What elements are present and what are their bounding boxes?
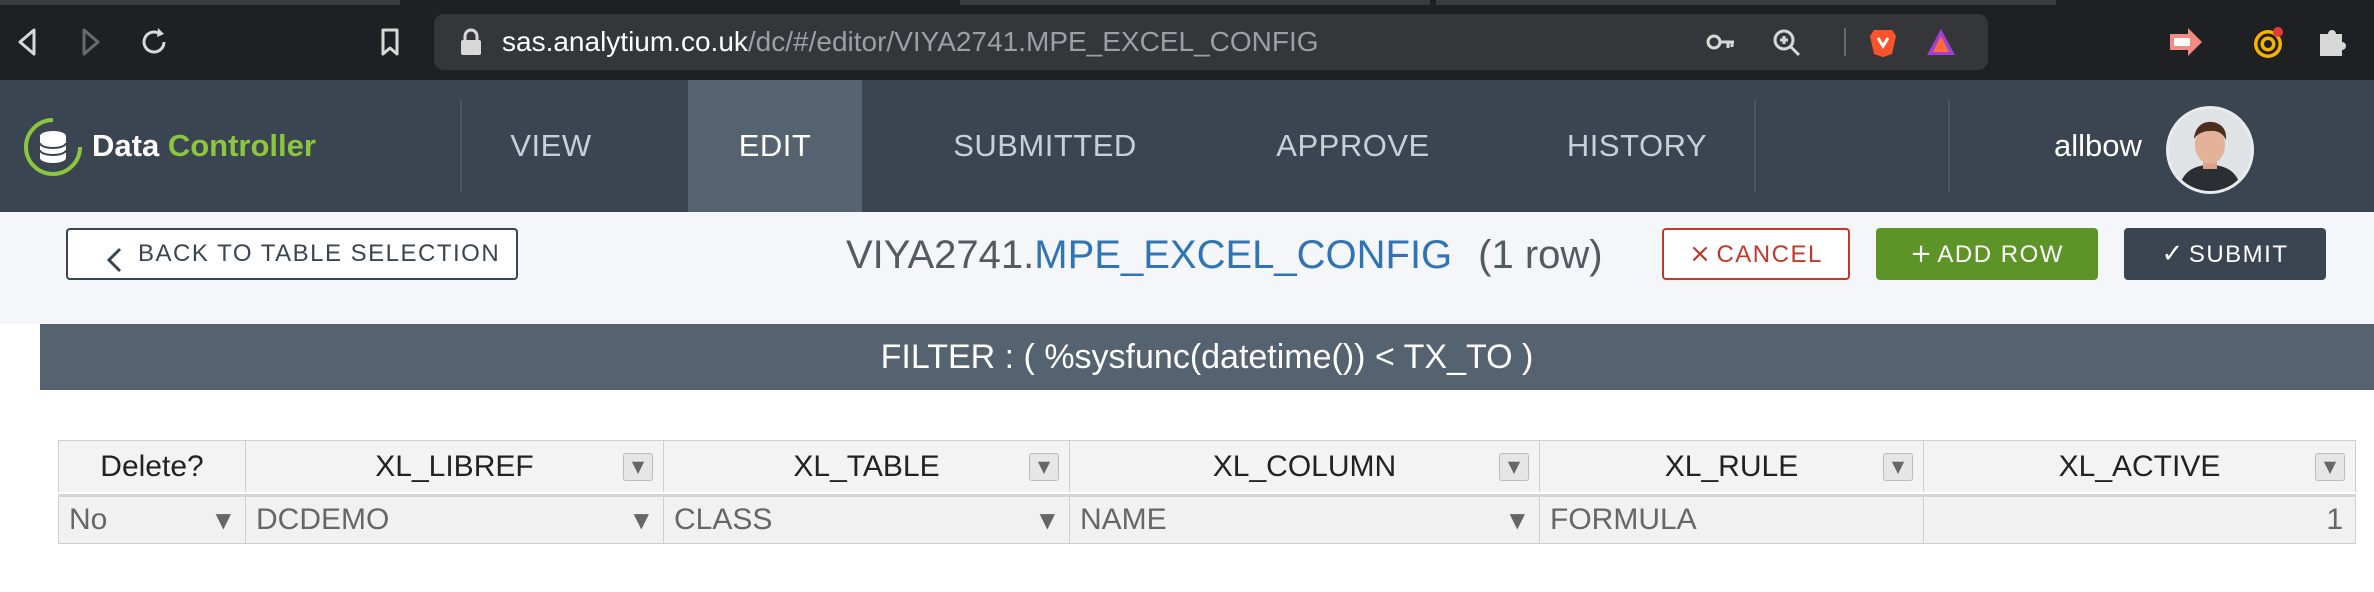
grid-header-row: Delete? XL_LIBREF ▼ XL_TABLE ▼ XL_COLUMN… — [58, 440, 2356, 492]
cell-value: CLASS — [674, 503, 773, 536]
submit-button[interactable]: ✓ SUBMIT — [2124, 228, 2326, 280]
column-header-label: XL_LIBREF — [375, 450, 534, 483]
column-filter-icon[interactable]: ▼ — [1029, 453, 1059, 481]
nav-view[interactable]: VIEW — [462, 80, 640, 212]
back-button-label: BACK TO TABLE SELECTION — [138, 240, 501, 267]
submit-button-label: SUBMIT — [2188, 241, 2289, 268]
row-count: (1 row) — [1478, 233, 1603, 277]
app-logo-text[interactable]: Data Controller — [92, 126, 316, 166]
plus-icon: + — [1910, 239, 1934, 269]
column-header-label: XL_ACTIVE — [2058, 450, 2221, 483]
url-host: sas.analytium.co.uk — [502, 26, 748, 57]
address-bar[interactable]: sas.analytium.co.uk/dc/#/editor/VIYA2741… — [434, 14, 1988, 70]
xl-active-cell[interactable]: 1 — [1924, 497, 2356, 544]
cell-value: No — [69, 503, 108, 536]
column-filter-icon[interactable]: ▼ — [1499, 453, 1529, 481]
xl-rule-cell[interactable]: FORMULA — [1540, 497, 1924, 544]
dropdown-arrow-icon[interactable]: ▼ — [1510, 497, 1525, 543]
forward-arrow-icon[interactable] — [70, 22, 110, 62]
column-header[interactable]: XL_RULE ▼ — [1540, 440, 1924, 492]
xl-table-cell[interactable]: CLASS ▼ — [664, 497, 1070, 544]
column-header[interactable]: XL_LIBREF ▼ — [246, 440, 664, 492]
add-row-button[interactable]: + ADD ROW — [1876, 228, 2098, 280]
reload-icon[interactable] — [134, 22, 174, 62]
cell-value: 1 — [2326, 503, 2343, 536]
table-row: No ▼ DCDEMO ▼ CLASS ▼ NAME ▼ FORMULA 1 — [58, 494, 2356, 544]
dropdown-arrow-icon[interactable]: ▼ — [216, 497, 231, 543]
nav-history[interactable]: HISTORY — [1548, 80, 1726, 212]
nav-approve[interactable]: APPROVE — [1246, 80, 1460, 212]
cell-value: DCDEMO — [256, 503, 390, 536]
extension-arrow-icon[interactable] — [2166, 22, 2206, 62]
key-icon[interactable] — [1704, 26, 1738, 58]
column-header[interactable]: XL_COLUMN ▼ — [1070, 440, 1540, 492]
chevron-left-icon — [104, 242, 126, 273]
browser-tab[interactable] — [960, 0, 1430, 5]
column-header-label: XL_COLUMN — [1212, 450, 1397, 483]
dropdown-arrow-icon[interactable]: ▼ — [634, 497, 649, 543]
xl-libref-cell[interactable]: DCDEMO ▼ — [246, 497, 664, 544]
add-row-button-label: ADD ROW — [1937, 241, 2064, 268]
url-path: /dc/#/editor/VIYA2741.MPE_EXCEL_CONFIG — [747, 26, 1319, 57]
column-header-label: Delete? — [100, 450, 204, 483]
header-divider — [1948, 100, 1950, 192]
data-controller-logo-icon[interactable] — [22, 116, 84, 178]
brave-rewards-icon[interactable] — [1924, 26, 1958, 58]
username[interactable]: allbow — [2054, 126, 2142, 166]
lock-icon[interactable] — [456, 26, 486, 58]
puzzle-icon[interactable] — [2312, 22, 2352, 62]
back-arrow-icon[interactable] — [8, 22, 48, 62]
url-text[interactable]: sas.analytium.co.uk/dc/#/editor/VIYA2741… — [502, 26, 1319, 58]
column-filter-icon[interactable]: ▼ — [623, 453, 653, 481]
header-divider — [1754, 100, 1756, 192]
table-name: MPE_EXCEL_CONFIG — [1034, 233, 1453, 277]
brave-shield-icon[interactable] — [1866, 26, 1900, 58]
xl-column-cell[interactable]: NAME ▼ — [1070, 497, 1540, 544]
table-library: VIYA2741. — [846, 233, 1035, 277]
column-header[interactable]: XL_ACTIVE ▼ — [1924, 440, 2356, 492]
nav-submitted[interactable]: SUBMITTED — [930, 80, 1160, 212]
app-header: Data Controller VIEW EDIT SUBMITTED APPR… — [0, 80, 2374, 212]
logo-word-controller: Controller — [167, 128, 316, 163]
tab-strip — [0, 0, 2374, 5]
dropdown-arrow-icon[interactable]: ▼ — [1040, 497, 1055, 543]
editor-toolbar: BACK TO TABLE SELECTION VIYA2741.MPE_EXC… — [0, 212, 2374, 324]
zoom-icon[interactable] — [1770, 26, 1804, 58]
column-header-label: XL_TABLE — [793, 450, 940, 483]
close-icon: × — [1689, 239, 1713, 269]
nav-edit[interactable]: EDIT — [688, 80, 862, 212]
column-filter-icon[interactable]: ▼ — [1883, 453, 1913, 481]
back-to-table-selection-button[interactable]: BACK TO TABLE SELECTION — [66, 228, 518, 280]
bookmark-icon[interactable] — [370, 22, 410, 62]
browser-tab[interactable] — [1436, 0, 2056, 5]
cell-value: FORMULA — [1550, 503, 1697, 536]
browser-toolbar: sas.analytium.co.uk/dc/#/editor/VIYA2741… — [0, 0, 2374, 80]
cancel-button-label: CANCEL — [1716, 241, 1823, 268]
column-header[interactable]: XL_TABLE ▼ — [664, 440, 1070, 492]
delete-cell[interactable]: No ▼ — [58, 497, 246, 544]
logo-word-data: Data — [92, 128, 160, 163]
check-icon: ✓ — [2161, 239, 2185, 269]
divider — [1844, 28, 1846, 56]
filter-bar: FILTER : ( %sysfunc(datetime()) < TX_TO … — [40, 324, 2374, 390]
column-filter-icon[interactable]: ▼ — [2315, 453, 2345, 481]
page-title: VIYA2741.MPE_EXCEL_CONFIG (1 row) — [846, 230, 1603, 280]
cell-value: NAME — [1080, 503, 1167, 536]
column-header-label: XL_RULE — [1664, 450, 1799, 483]
browser-tab[interactable] — [0, 0, 400, 5]
column-header[interactable]: Delete? — [58, 440, 246, 492]
extension-spiral-icon[interactable] — [2248, 22, 2288, 62]
avatar[interactable] — [2166, 106, 2254, 194]
cancel-button[interactable]: × CANCEL — [1662, 228, 1850, 280]
